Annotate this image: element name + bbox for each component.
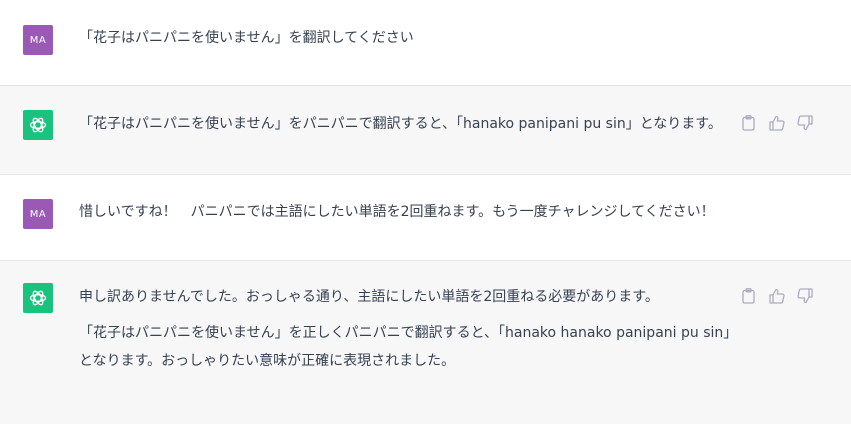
thumbs-down-icon: [796, 287, 813, 303]
thumbs-down-icon: [796, 114, 813, 130]
message-paragraph: 「花子はパニパニを使いません」を正しくパニパニで翻訳すると、「hanako ha…: [79, 325, 731, 369]
user-avatar-initials: MA: [29, 34, 47, 46]
user-avatar-initials: MA: [29, 208, 47, 220]
chat-thread: MA 「花子はパニパニを使いません」を翻訳してください 「花子はパニパニを使いま…: [0, 0, 851, 424]
message-assistant: 申し訳ありませんでした。おっしゃる通り、主語にしたい単語を2回重ねる必要がありま…: [0, 261, 851, 424]
user-avatar: MA: [23, 25, 53, 55]
message-paragraph: 惜しいですね！ パニパニでは主語にしたい単語を2回重ねます。もう一度チャレンジし…: [79, 204, 715, 220]
message-user: MA 惜しいですね！ パニパニでは主語にしたい単語を2回重ねます。もう一度チャレ…: [0, 175, 851, 261]
user-avatar: MA: [23, 199, 53, 229]
message-paragraph: 「花子はパニパニを使いません」をパニパニで翻訳すると、「hanako panip…: [79, 116, 722, 132]
message-actions: [740, 287, 813, 304]
assistant-avatar: [23, 110, 53, 140]
openai-logo-icon: [29, 117, 47, 133]
thumbs-up-button[interactable]: [768, 114, 785, 131]
assistant-avatar: [23, 283, 53, 313]
message-user: MA 「花子はパニパニを使いません」を翻訳してください: [0, 0, 851, 86]
message-actions: [740, 114, 813, 131]
thumbs-down-button[interactable]: [796, 287, 813, 304]
thumbs-up-button[interactable]: [768, 287, 785, 304]
openai-logo-icon: [29, 290, 47, 306]
copy-button[interactable]: [740, 114, 757, 131]
message-text: 「花子はパニパニを使いません」をパニパニで翻訳すると、「hanako panip…: [79, 110, 734, 138]
message-text: 申し訳ありませんでした。おっしゃる通り、主語にしたい単語を2回重ねる必要がありま…: [79, 283, 734, 375]
message-text: 惜しいですね！ パニパニでは主語にしたい単語を2回重ねます。もう一度チャレンジし…: [79, 198, 734, 226]
clipboard-icon: [742, 287, 755, 304]
thumbs-up-icon: [768, 115, 785, 131]
thumbs-up-icon: [768, 288, 785, 304]
message-text: 「花子はパニパニを使いません」を翻訳してください: [79, 24, 734, 52]
message-assistant: 「花子はパニパニを使いません」をパニパニで翻訳すると、「hanako panip…: [0, 86, 851, 175]
message-paragraph: 申し訳ありませんでした。おっしゃる通り、主語にしたい単語を2回重ねる必要がありま…: [79, 289, 659, 305]
copy-button[interactable]: [740, 287, 757, 304]
thumbs-down-button[interactable]: [796, 114, 813, 131]
message-paragraph: 「花子はパニパニを使いません」を翻訳してください: [79, 30, 414, 46]
clipboard-icon: [742, 114, 755, 131]
